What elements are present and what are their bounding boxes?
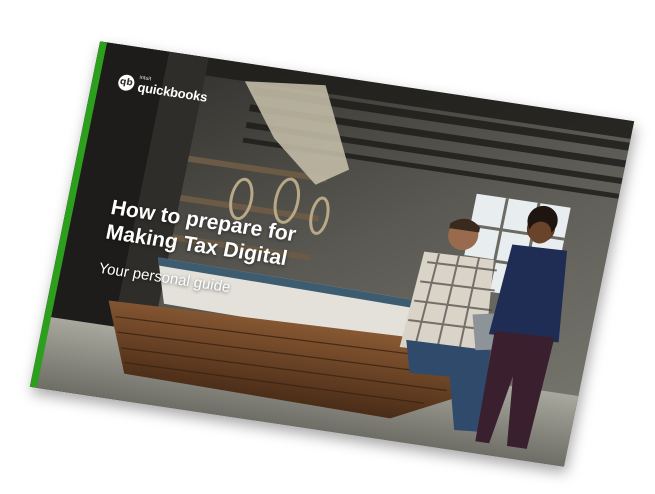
qb-logo-icon: qb xyxy=(116,73,136,92)
brochure-stage: qb intuit quickbooks How to prepare for … xyxy=(0,0,655,494)
brochure-cover: qb intuit quickbooks How to prepare for … xyxy=(29,41,635,467)
